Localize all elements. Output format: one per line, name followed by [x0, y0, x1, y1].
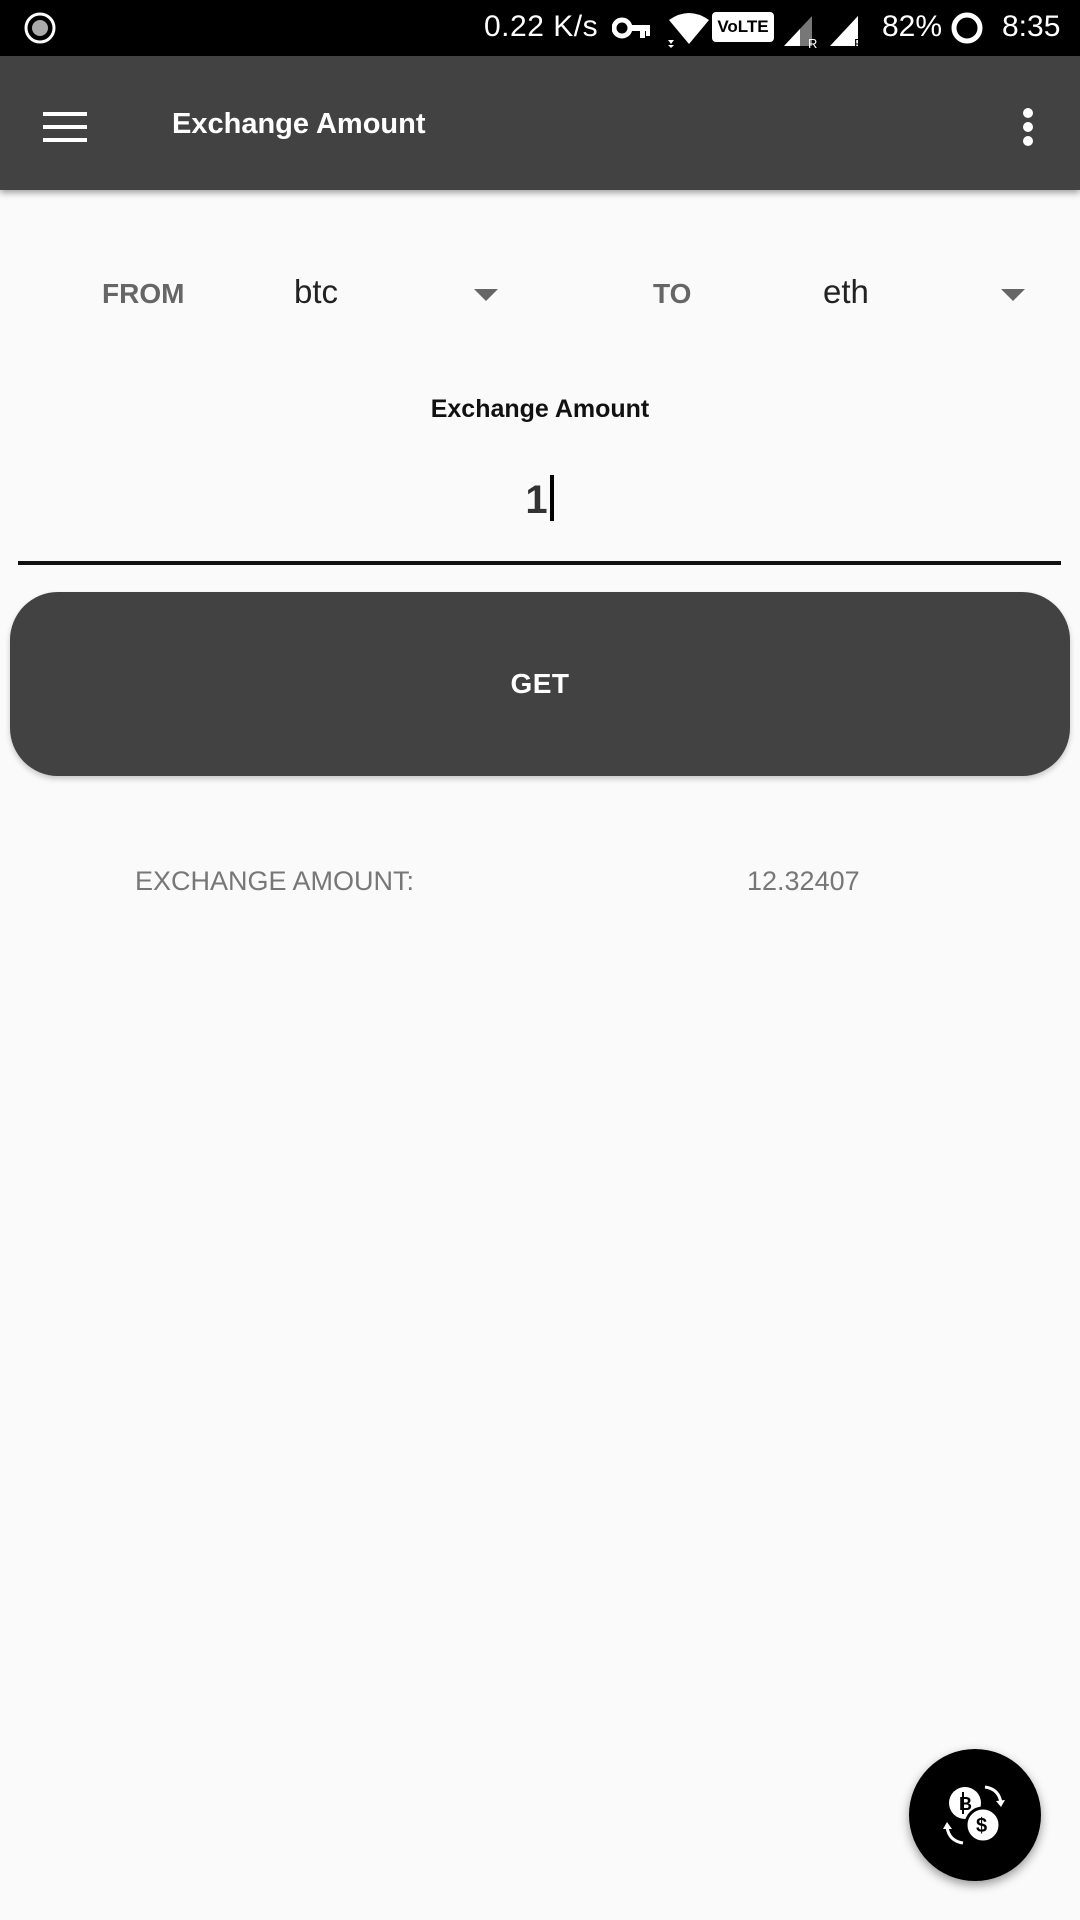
to-currency-value: eth — [823, 273, 869, 310]
dropdown-arrow-icon — [1001, 289, 1025, 301]
amount-input-content: 1 — [18, 475, 1061, 523]
clock: 8:35 — [1002, 10, 1061, 43]
battery-saver-icon — [951, 12, 983, 44]
result-label: EXCHANGE AMOUNT: — [135, 866, 415, 896]
vpn-key-icon — [612, 17, 650, 39]
amount-input[interactable]: 1 — [18, 455, 1061, 565]
toolbar-title: Exchange Amount — [172, 108, 426, 140]
volte-icon: VoLTE — [712, 12, 774, 42]
wifi-icon — [668, 13, 709, 48]
svg-text:$: $ — [976, 1815, 987, 1837]
dropdown-arrow-icon — [474, 289, 498, 301]
get-button[interactable]: GET — [10, 592, 1070, 776]
menu-button[interactable] — [30, 92, 100, 162]
amount-input-value: 1 — [525, 478, 548, 522]
status-bar: 0.22 K/s VoLTE R R 82% 8:35 — [0, 0, 1080, 56]
svg-text:B: B — [959, 1794, 972, 1814]
result-value: 12.32407 — [747, 866, 860, 896]
text-cursor — [549, 475, 554, 521]
to-label: TO — [653, 278, 692, 309]
amount-input-caption: Exchange Amount — [430, 395, 650, 423]
overflow-menu-button[interactable] — [1000, 92, 1056, 162]
signal-roaming-icon: R — [784, 16, 817, 48]
recording-icon — [24, 12, 56, 44]
signal-roaming-icon: R — [830, 16, 863, 48]
from-label: FROM — [102, 278, 185, 309]
svg-text:R: R — [808, 36, 817, 48]
from-currency-value: btc — [294, 273, 339, 310]
app-toolbar: Exchange Amount — [0, 56, 1080, 190]
battery-percent: 82% — [882, 10, 943, 43]
svg-text:R: R — [854, 36, 863, 48]
currency-exchange-icon: B $ — [943, 1785, 1005, 1845]
to-currency-spinner[interactable]: eth — [823, 265, 1029, 325]
more-vert-icon — [1023, 108, 1033, 146]
from-currency-spinner[interactable]: btc — [294, 265, 498, 325]
network-speed: 0.22 K/s — [484, 10, 599, 43]
exchange-fab-button[interactable]: B $ — [909, 1749, 1041, 1881]
hamburger-menu-icon — [43, 112, 87, 142]
